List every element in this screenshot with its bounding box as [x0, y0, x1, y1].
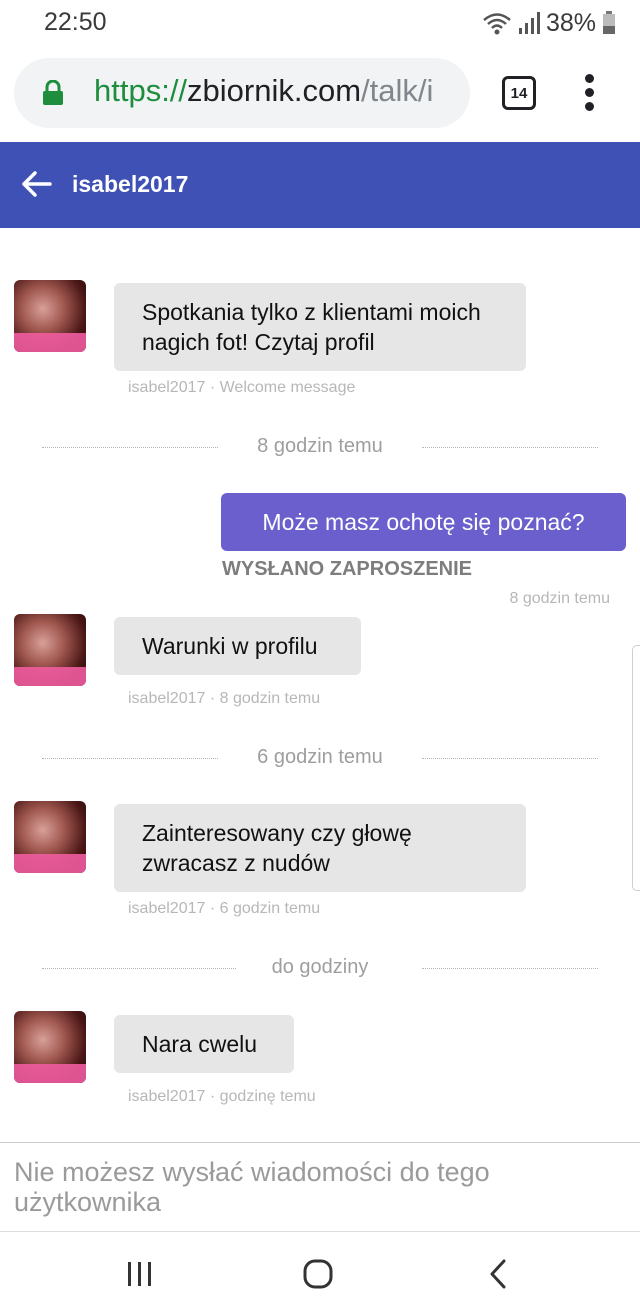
time-divider: 8 godzin temu: [42, 435, 598, 459]
incoming-message: Nara cwelu: [114, 1015, 294, 1073]
status-icons: 38%: [482, 8, 616, 38]
avatar[interactable]: [14, 1011, 86, 1083]
incoming-message: Spotkania tylko z klientami moich nagich…: [114, 283, 526, 371]
url-field[interactable]: https://zbiornik.com/talk/i: [14, 58, 470, 128]
message-meta: isabel2017 · 6 godzin temu: [128, 900, 321, 917]
tabs-icon[interactable]: 14: [502, 76, 536, 110]
battery-percent: 38%: [545, 8, 596, 37]
more-menu-icon[interactable]: [580, 74, 600, 114]
status-bar: 22:50 38%: [0, 0, 640, 48]
avatar[interactable]: [14, 614, 86, 686]
outgoing-time: 8 godzin temu: [509, 590, 610, 607]
invite-status: WYSŁANO ZAPROSZENIE: [222, 558, 473, 580]
url-host: zbiornik.com: [187, 73, 362, 108]
incoming-message: Warunki w profilu: [114, 617, 361, 675]
system-nav-bar: [0, 1232, 640, 1316]
avatar[interactable]: [14, 801, 86, 873]
message-meta: isabel2017 · 8 godzin temu: [128, 690, 321, 707]
nav-back-icon[interactable]: [478, 1254, 518, 1294]
browser-toolbar: https://zbiornik.com/talk/i 14: [0, 48, 640, 142]
recent-apps-icon[interactable]: [120, 1254, 160, 1294]
outgoing-message: Może masz ochotę się poznać?: [221, 493, 626, 551]
avatar[interactable]: [14, 280, 86, 352]
time-divider: 6 godzin temu: [42, 746, 598, 770]
chat-header: isabel2017: [0, 142, 640, 228]
time-divider-label: 6 godzin temu: [257, 746, 383, 768]
time-divider-label: 8 godzin temu: [257, 435, 383, 457]
signal-icon: [518, 12, 540, 34]
battery-icon: [603, 11, 615, 34]
time-divider: do godziny: [42, 956, 598, 980]
status-time: 22:50: [44, 8, 107, 36]
time-divider-label: do godziny: [271, 956, 369, 978]
lock-icon: [43, 80, 63, 105]
wifi-icon: [483, 13, 511, 35]
message-meta: isabel2017 · godzinę temu: [128, 1088, 316, 1105]
url-scheme: https://: [94, 73, 188, 108]
home-icon[interactable]: [298, 1254, 338, 1294]
incoming-message: Zainteresowany czy głowę zwracasz z nudó…: [114, 804, 526, 892]
message-meta: isabel2017 · Welcome message: [128, 379, 356, 396]
composer-disabled-notice: Nie możesz wysłać wiadomości do tego uży…: [14, 1157, 490, 1217]
url-text: https://zbiornik.com/talk/i: [94, 73, 433, 109]
back-arrow-icon[interactable]: [20, 168, 52, 200]
url-path: /talk/i: [361, 73, 434, 108]
scrollbar-thumb[interactable]: [632, 645, 640, 891]
chat-partner-name: isabel2017: [72, 171, 189, 197]
message-composer: Nie możesz wysłać wiadomości do tego uży…: [0, 1142, 640, 1232]
